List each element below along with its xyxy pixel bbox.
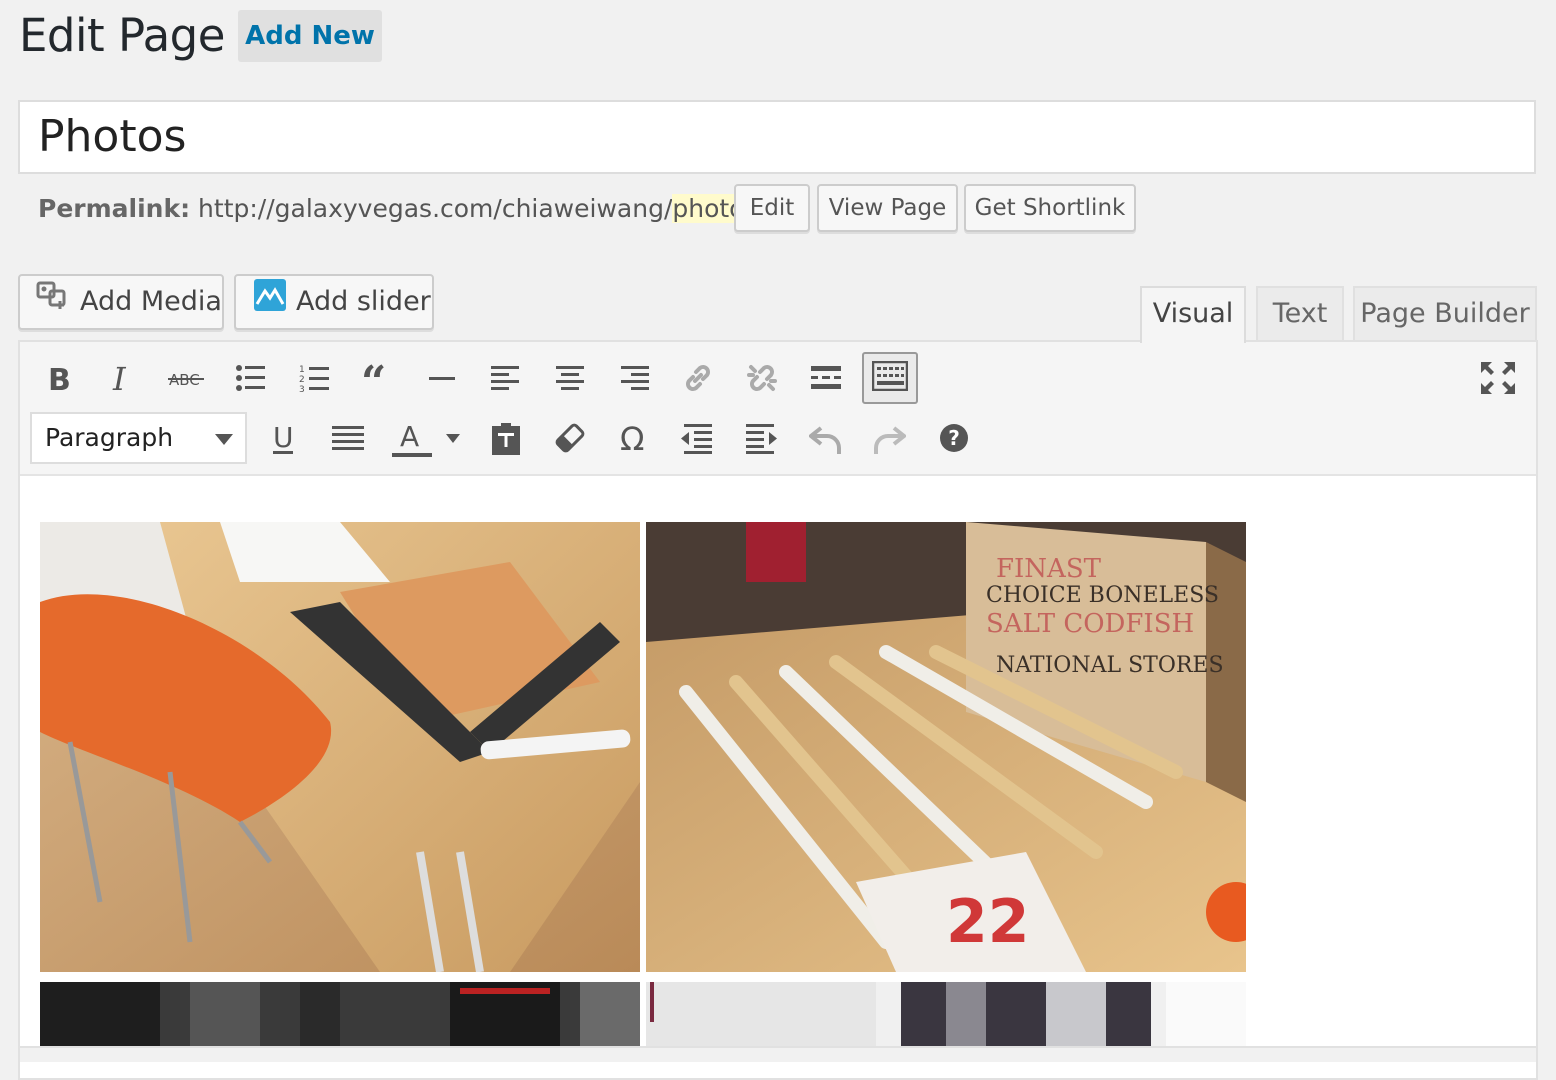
svg-text:FINAST: FINAST bbox=[996, 554, 1102, 584]
read-more-icon[interactable] bbox=[806, 358, 846, 398]
redo-icon[interactable] bbox=[869, 418, 909, 458]
view-page-button[interactable]: View Page bbox=[817, 184, 958, 232]
help-icon[interactable]: ? bbox=[934, 418, 974, 458]
align-left-icon[interactable] bbox=[486, 358, 526, 398]
permalink-base-url[interactable]: http://galaxyvegas.com/chiaweiwang/ bbox=[198, 194, 672, 223]
add-slider-button[interactable]: Add slider bbox=[234, 274, 434, 330]
rulers-and-codfish-box-photo[interactable]: FINAST SALT CODFISH CHOICE BONELESS NATION… bbox=[646, 522, 1246, 972]
underline-icon[interactable]: U bbox=[263, 418, 303, 458]
svg-text:CHOICE BONELESS: CHOICE BONELESS bbox=[986, 583, 1219, 608]
tab-page-builder[interactable]: Page Builder bbox=[1353, 286, 1537, 341]
svg-text:2: 2 bbox=[299, 375, 305, 385]
justify-icon[interactable] bbox=[328, 418, 368, 458]
slider-icon bbox=[254, 277, 286, 329]
strikethrough-icon[interactable]: ABC bbox=[166, 358, 206, 398]
edit-permalink-button[interactable]: Edit bbox=[734, 184, 810, 232]
window-light-photo[interactable] bbox=[646, 982, 1246, 1046]
format-select-value: Paragraph bbox=[45, 423, 174, 452]
add-slider-label: Add slider bbox=[296, 286, 431, 317]
svg-text:22: 22 bbox=[946, 887, 1030, 957]
horizontal-line-icon[interactable] bbox=[422, 358, 462, 398]
bulleted-list-icon[interactable] bbox=[230, 358, 270, 398]
permalink-label: Permalink: bbox=[38, 194, 191, 223]
svg-text:3: 3 bbox=[299, 385, 305, 393]
align-right-icon[interactable] bbox=[614, 358, 654, 398]
add-media-label: Add Media bbox=[80, 286, 222, 317]
text-color-icon[interactable]: A bbox=[390, 418, 462, 458]
undo-icon[interactable] bbox=[806, 418, 846, 458]
add-media-icon bbox=[36, 277, 70, 329]
italic-icon[interactable]: I bbox=[102, 358, 142, 398]
increase-indent-icon[interactable] bbox=[741, 418, 781, 458]
bold-icon[interactable]: B bbox=[38, 358, 78, 398]
svg-text:SALT CODFISH: SALT CODFISH bbox=[986, 609, 1194, 639]
svg-text:“: “ bbox=[361, 363, 386, 393]
svg-text:U: U bbox=[273, 421, 294, 454]
get-shortlink-button[interactable]: Get Shortlink bbox=[964, 184, 1136, 232]
svg-text:Ω: Ω bbox=[620, 422, 644, 454]
page-title: Edit Page bbox=[19, 9, 225, 62]
remove-link-icon[interactable] bbox=[742, 358, 782, 398]
blockquote-icon[interactable]: “ bbox=[358, 358, 398, 398]
format-select[interactable]: Paragraph bbox=[30, 412, 247, 464]
add-new-button[interactable]: Add New bbox=[238, 10, 382, 62]
chevron-down-icon bbox=[215, 434, 233, 445]
insert-link-icon[interactable] bbox=[678, 358, 718, 398]
add-media-button[interactable]: Add Media bbox=[18, 274, 224, 330]
paste-as-text-icon[interactable] bbox=[486, 418, 526, 458]
permalink: Permalink: http://galaxyvegas.com/chiawe… bbox=[38, 190, 766, 228]
svg-text:B: B bbox=[48, 363, 71, 393]
svg-text:I: I bbox=[112, 363, 127, 393]
camera-lens-photo[interactable] bbox=[40, 982, 640, 1046]
desk-with-orange-chair-photo[interactable] bbox=[40, 522, 640, 972]
numbered-list-icon[interactable]: 123 bbox=[294, 358, 334, 398]
clear-formatting-icon[interactable] bbox=[550, 418, 590, 458]
toolbar-toggle-button[interactable] bbox=[862, 352, 918, 404]
fullscreen-icon[interactable] bbox=[1478, 358, 1518, 398]
svg-text:1: 1 bbox=[299, 365, 305, 375]
toolbar-toggle-icon bbox=[871, 360, 909, 395]
align-center-icon[interactable] bbox=[550, 358, 590, 398]
svg-text:?: ? bbox=[948, 426, 960, 450]
post-title-input[interactable]: Photos bbox=[18, 100, 1536, 174]
decrease-indent-icon[interactable] bbox=[677, 418, 717, 458]
tab-visual[interactable]: Visual bbox=[1140, 286, 1246, 343]
svg-text:NATIONAL STORES: NATIONAL STORES bbox=[996, 653, 1224, 678]
svg-text:A: A bbox=[400, 420, 419, 453]
tab-text[interactable]: Text bbox=[1256, 286, 1344, 341]
special-character-icon[interactable]: Ω bbox=[614, 418, 654, 458]
